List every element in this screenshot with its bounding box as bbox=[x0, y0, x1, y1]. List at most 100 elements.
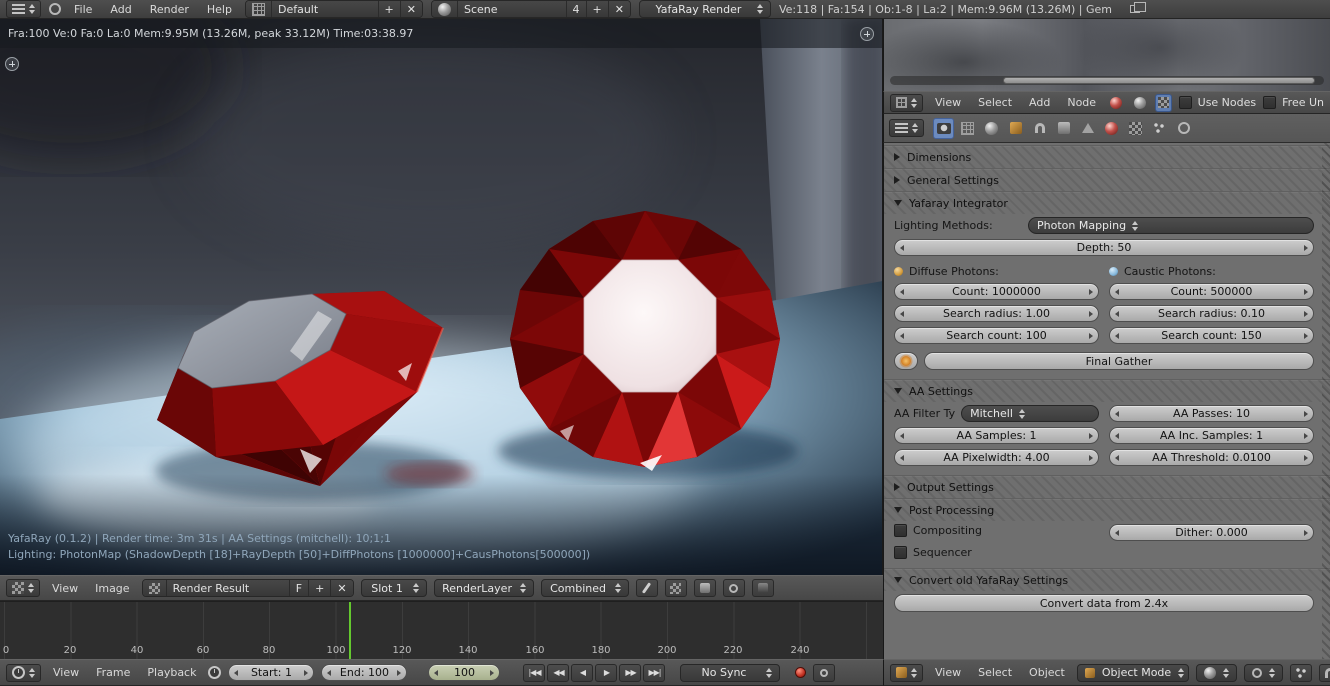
image-name[interactable]: Render Result bbox=[165, 580, 289, 596]
node-editor-view[interactable] bbox=[883, 19, 1330, 91]
free-unlinked-checkbox[interactable]: Free Un bbox=[1263, 96, 1324, 109]
screen-browse-button[interactable] bbox=[245, 1, 271, 17]
compositing-checkbox[interactable]: Compositing bbox=[894, 524, 1099, 537]
aa-threshold-field[interactable]: AA Threshold: 0.0100 bbox=[1109, 449, 1314, 466]
panel-header-dimensions[interactable]: Dimensions bbox=[884, 146, 1330, 168]
screen-layout-name[interactable]: Default bbox=[270, 1, 378, 17]
unlink-screen-button[interactable]: ✕ bbox=[399, 1, 422, 17]
aa-passes-field[interactable]: AA Passes: 10 bbox=[1109, 405, 1314, 422]
panel-header-convert[interactable]: Convert old YafaRay Settings bbox=[884, 569, 1330, 591]
tab-object-data[interactable] bbox=[1077, 118, 1098, 139]
depth-slider[interactable]: Depth: 50 bbox=[894, 239, 1314, 256]
sync-mode-select[interactable]: No Sync bbox=[680, 663, 781, 682]
scene-browse-button[interactable] bbox=[431, 1, 457, 17]
tab-modifiers[interactable] bbox=[1053, 118, 1074, 139]
menu-frame[interactable]: Frame bbox=[91, 664, 135, 681]
record-button[interactable] bbox=[795, 667, 807, 678]
lighting-method-select[interactable]: Photon Mapping bbox=[1028, 217, 1314, 234]
preview-range-clock-icon[interactable] bbox=[208, 666, 222, 679]
caustic-search-radius-field[interactable]: Search radius: 0.10 bbox=[1109, 305, 1314, 322]
aa-samples-field[interactable]: AA Samples: 1 bbox=[894, 427, 1099, 444]
render-pass-select[interactable]: Combined bbox=[540, 579, 629, 597]
keying-set-icon[interactable] bbox=[813, 663, 836, 682]
editor-type-button[interactable] bbox=[890, 93, 923, 112]
mode-select[interactable]: Object Mode bbox=[1076, 663, 1189, 682]
diffuse-search-count-field[interactable]: Search count: 100 bbox=[894, 327, 1099, 344]
tab-object[interactable] bbox=[1005, 118, 1026, 139]
manipulator-icon[interactable] bbox=[1289, 663, 1312, 682]
render-layer-select[interactable]: RenderLayer bbox=[433, 579, 534, 597]
fake-user-button[interactable]: F bbox=[288, 580, 309, 596]
panel-drag-edge[interactable] bbox=[1322, 143, 1330, 659]
slot-select[interactable]: Slot 1 bbox=[360, 579, 427, 597]
menu-image[interactable]: Image bbox=[90, 580, 134, 597]
menu-node[interactable]: Node bbox=[1062, 94, 1101, 111]
window-duplicate-icon[interactable] bbox=[1129, 2, 1146, 13]
panel-header-post[interactable]: Post Processing bbox=[884, 499, 1330, 521]
panel-header-output[interactable]: Output Settings bbox=[884, 476, 1330, 498]
display-channels-z-icon[interactable] bbox=[751, 579, 774, 597]
caustic-search-count-field[interactable]: Search count: 150 bbox=[1109, 327, 1314, 344]
tab-physics[interactable] bbox=[1173, 118, 1194, 139]
tab-world[interactable] bbox=[981, 118, 1002, 139]
image-browse-button[interactable] bbox=[142, 580, 166, 596]
editor-type-button[interactable] bbox=[6, 579, 40, 597]
display-channels-color-icon[interactable] bbox=[693, 579, 716, 597]
menu-view[interactable]: View bbox=[930, 664, 966, 681]
final-gather-icon-button[interactable] bbox=[894, 352, 918, 370]
editor-type-button[interactable] bbox=[6, 663, 41, 682]
editor-type-button[interactable] bbox=[889, 119, 924, 137]
tab-scene[interactable] bbox=[957, 118, 978, 139]
menu-select[interactable]: Select bbox=[973, 94, 1017, 111]
use-nodes-checkbox[interactable]: Use Nodes bbox=[1178, 96, 1256, 109]
dither-slider[interactable]: Dither: 0.000 bbox=[1109, 524, 1314, 541]
add-screen-button[interactable]: + bbox=[377, 1, 400, 17]
caustic-count-field[interactable]: Count: 500000 bbox=[1109, 283, 1314, 300]
viewport-shading-select[interactable] bbox=[1195, 663, 1237, 682]
convert-data-button[interactable]: Convert data from 2.4x bbox=[894, 594, 1314, 612]
jump-to-start-button[interactable]: |◀◀ bbox=[523, 663, 546, 682]
menu-file[interactable]: File bbox=[69, 1, 97, 18]
texture-nodes-icon[interactable] bbox=[1155, 93, 1172, 112]
timeline-ruler[interactable]: 0 20 40 60 80 100 120 140 160 180 200 22… bbox=[0, 601, 883, 659]
panel-header-aa[interactable]: AA Settings bbox=[884, 380, 1330, 402]
render-engine-select[interactable]: YafaRay Render bbox=[638, 0, 771, 18]
display-channels-color-alpha-icon[interactable] bbox=[664, 579, 687, 597]
aa-pixelwidth-field[interactable]: AA Pixelwidth: 4.00 bbox=[894, 449, 1099, 466]
diffuse-search-radius-field[interactable]: Search radius: 1.00 bbox=[894, 305, 1099, 322]
shader-nodes-icon[interactable] bbox=[1108, 94, 1124, 112]
play-button[interactable]: ▶ bbox=[595, 663, 618, 682]
final-gather-button[interactable]: Final Gather bbox=[924, 352, 1314, 370]
pivot-select[interactable] bbox=[1243, 663, 1283, 682]
prev-keyframe-button[interactable]: ◀◀ bbox=[547, 663, 570, 682]
tab-particles[interactable] bbox=[1149, 118, 1170, 139]
editor-type-button[interactable] bbox=[6, 0, 41, 18]
menu-add[interactable]: Add bbox=[1024, 94, 1055, 111]
menu-view[interactable]: View bbox=[47, 580, 83, 597]
tab-constraints[interactable] bbox=[1029, 118, 1050, 139]
current-frame-playhead[interactable] bbox=[349, 602, 351, 659]
next-keyframe-button[interactable]: ▶▶ bbox=[619, 663, 642, 682]
menu-add[interactable]: Add bbox=[105, 1, 136, 18]
aa-inc-samples-field[interactable]: AA Inc. Samples: 1 bbox=[1109, 427, 1314, 444]
current-frame-field[interactable]: 100 bbox=[428, 664, 501, 681]
menu-object[interactable]: Object bbox=[1024, 664, 1070, 681]
play-reverse-button[interactable]: ◀ bbox=[571, 663, 594, 682]
diffuse-count-field[interactable]: Count: 1000000 bbox=[894, 283, 1099, 300]
jump-to-end-button[interactable]: ▶▶| bbox=[643, 663, 666, 682]
unlink-scene-button[interactable]: ✕ bbox=[607, 1, 630, 17]
image-paint-icon[interactable] bbox=[635, 579, 658, 597]
menu-view[interactable]: View bbox=[930, 94, 966, 111]
end-frame-field[interactable]: End: 100 bbox=[321, 664, 408, 681]
snap-magnet-icon[interactable] bbox=[1318, 663, 1330, 682]
scene-name[interactable]: Scene bbox=[456, 1, 566, 17]
compositing-nodes-icon[interactable] bbox=[1132, 94, 1148, 112]
panel-header-integrator[interactable]: Yafaray Integrator bbox=[884, 192, 1330, 214]
scrollbar-thumb[interactable] bbox=[1002, 77, 1316, 84]
add-scene-button[interactable]: + bbox=[585, 1, 608, 17]
region-plus-icon[interactable] bbox=[5, 57, 19, 71]
start-frame-field[interactable]: Start: 1 bbox=[228, 664, 315, 681]
menu-help[interactable]: Help bbox=[202, 1, 237, 18]
horizontal-scrollbar[interactable] bbox=[890, 76, 1324, 85]
tab-texture[interactable] bbox=[1125, 118, 1146, 139]
